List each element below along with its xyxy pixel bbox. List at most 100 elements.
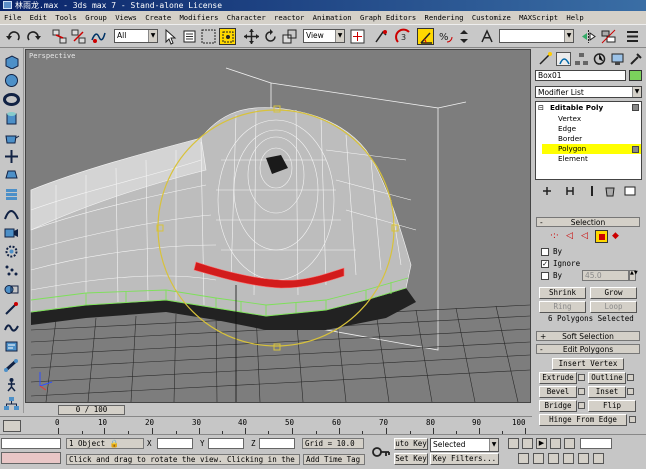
extrude-settings-icon[interactable] [578, 374, 585, 381]
selection-filter-dropdown[interactable]: All ▼ [114, 29, 158, 43]
mini-curve-editor-icon[interactable] [3, 420, 21, 432]
bind-spacewarp-icon[interactable] [90, 28, 107, 45]
stack-item-editable-poly[interactable]: Editable Poly [550, 103, 603, 113]
create-tab-icon[interactable] [538, 52, 553, 66]
bevel-settings-icon[interactable] [578, 388, 585, 395]
light-icon[interactable] [3, 168, 20, 183]
camera-icon[interactable] [3, 225, 20, 240]
menu-rendering[interactable]: Rendering [425, 11, 464, 24]
polygon-level-icon[interactable] [595, 230, 608, 243]
arc-rotate-icon[interactable] [578, 453, 589, 464]
border-level-icon[interactable]: ◁ [581, 231, 588, 241]
object-color-swatch[interactable] [629, 70, 642, 81]
edit-polygons-rollout-header[interactable]: - Edit Polygons [536, 344, 640, 354]
flip-button[interactable]: Flip [588, 400, 636, 412]
soft-selection-rollout-header[interactable]: + Soft Selection [536, 331, 640, 341]
align-icon[interactable] [600, 28, 617, 45]
reference-coordinate-dropdown[interactable]: View ▼ [303, 29, 345, 43]
time-slider[interactable]: 0 / 100 [58, 405, 125, 415]
lock-icon[interactable]: 🔒 [110, 439, 119, 448]
rotate-icon[interactable] [262, 28, 279, 45]
min-max-toggle-icon[interactable] [593, 453, 604, 464]
vertex-level-icon[interactable]: ·:· [550, 231, 559, 241]
stack-lightbulb-icon[interactable] [632, 146, 639, 153]
insert-vertex-button[interactable]: Insert Vertex [552, 358, 624, 370]
undo-icon[interactable] [5, 28, 22, 45]
menu-maxscript[interactable]: MAXScript [519, 11, 558, 24]
spacewarp-icon[interactable] [3, 320, 20, 335]
key-mode-dropdown[interactable]: Selected ▼ [430, 438, 499, 452]
inset-settings-icon[interactable] [627, 388, 634, 395]
select-object-icon[interactable] [162, 28, 179, 45]
motion-tab-icon[interactable] [592, 52, 607, 66]
scale-icon[interactable] [281, 28, 298, 45]
go-to-end-icon[interactable] [564, 438, 575, 449]
field-of-view-icon[interactable] [563, 453, 574, 464]
pivot-center-icon[interactable] [349, 28, 366, 45]
stack-item-vertex[interactable]: Vertex [558, 114, 581, 124]
bridge-button[interactable]: Bridge [539, 400, 577, 412]
current-frame-field[interactable] [580, 438, 612, 449]
key-filters-button[interactable]: Key Filters... [430, 453, 499, 465]
select-manipulate-icon[interactable] [373, 28, 390, 45]
spinner-snap-icon[interactable] [456, 28, 473, 45]
menu-create[interactable]: Create [145, 11, 171, 24]
menu-graph-editors[interactable]: Graph Editors [360, 11, 416, 24]
sphere-icon[interactable] [3, 73, 20, 88]
set-key-button[interactable]: Set Key [394, 453, 428, 465]
named-selection-icon[interactable] [479, 28, 496, 45]
bridge-settings-icon[interactable] [578, 402, 585, 409]
perspective-viewport[interactable]: Perspective [25, 49, 531, 403]
select-link-icon[interactable] [51, 28, 68, 45]
add-time-tag-button[interactable]: Add Time Tag [303, 454, 365, 465]
layer-manager-icon[interactable] [624, 28, 641, 45]
z-coord-field[interactable] [259, 438, 295, 449]
make-unique-icon[interactable] [585, 185, 599, 197]
hinge-from-edge-button[interactable]: Hinge From Edge [539, 414, 627, 426]
menu-edit[interactable]: Edit [30, 11, 47, 24]
rectangular-selection-icon[interactable] [200, 28, 217, 45]
menu-views[interactable]: Views [115, 11, 137, 24]
stack-lightbulb-icon[interactable] [632, 104, 639, 111]
stack-collapse-icon[interactable]: ⊟ [538, 103, 544, 113]
gear-icon[interactable] [3, 244, 20, 259]
particle-icon[interactable] [3, 263, 20, 278]
hierarchy-tab-icon[interactable] [574, 52, 589, 66]
element-level-icon[interactable]: ◆ [612, 231, 619, 241]
by-vertex-checkbox[interactable] [541, 248, 549, 256]
wand-icon[interactable] [3, 301, 20, 316]
stack-item-polygon[interactable]: Polygon [542, 144, 641, 154]
system-icon[interactable] [3, 339, 20, 354]
stack-item-element[interactable]: Element [558, 154, 588, 164]
spinner-arrows-icon[interactable]: ▲▼ [629, 270, 638, 281]
unlink-icon[interactable] [70, 28, 87, 45]
menu-file[interactable]: File [4, 11, 21, 24]
angle-snap-icon[interactable] [417, 28, 434, 45]
next-frame-icon[interactable] [550, 438, 561, 449]
outline-button[interactable]: Outline [588, 372, 626, 384]
pin-stack-icon[interactable] [540, 185, 554, 197]
loop-button[interactable]: Loop [590, 301, 637, 313]
stack-item-border[interactable]: Border [558, 134, 582, 144]
bevel-button[interactable]: Bevel [539, 386, 577, 398]
menu-customize[interactable]: Customize [472, 11, 511, 24]
play-icon[interactable]: ▶ [536, 438, 547, 449]
maxscript-listener-field[interactable] [1, 438, 61, 449]
go-to-start-icon[interactable] [508, 438, 519, 449]
modifier-list-dropdown[interactable]: Modifier List ▼ [535, 86, 642, 98]
ring-button[interactable]: Ring [539, 301, 586, 313]
move-icon[interactable] [243, 28, 260, 45]
box-icon[interactable] [3, 54, 20, 70]
torus-icon[interactable] [3, 92, 20, 107]
compound-icon[interactable] [3, 282, 20, 297]
auto-key-button[interactable]: uto Key [394, 438, 428, 450]
selection-rollout-header[interactable]: - Selection [536, 217, 640, 227]
angle-spinner[interactable]: 45.0 [582, 270, 629, 281]
menu-modifiers[interactable]: Modifiers [179, 11, 218, 24]
zoom-extents-icon[interactable] [548, 453, 559, 464]
inset-button[interactable]: Inset [588, 386, 626, 398]
display-tab-icon[interactable] [610, 52, 625, 66]
menu-tools[interactable]: Tools [55, 11, 77, 24]
stack-icon[interactable] [3, 187, 20, 202]
extrude-button[interactable]: Extrude [539, 372, 577, 384]
